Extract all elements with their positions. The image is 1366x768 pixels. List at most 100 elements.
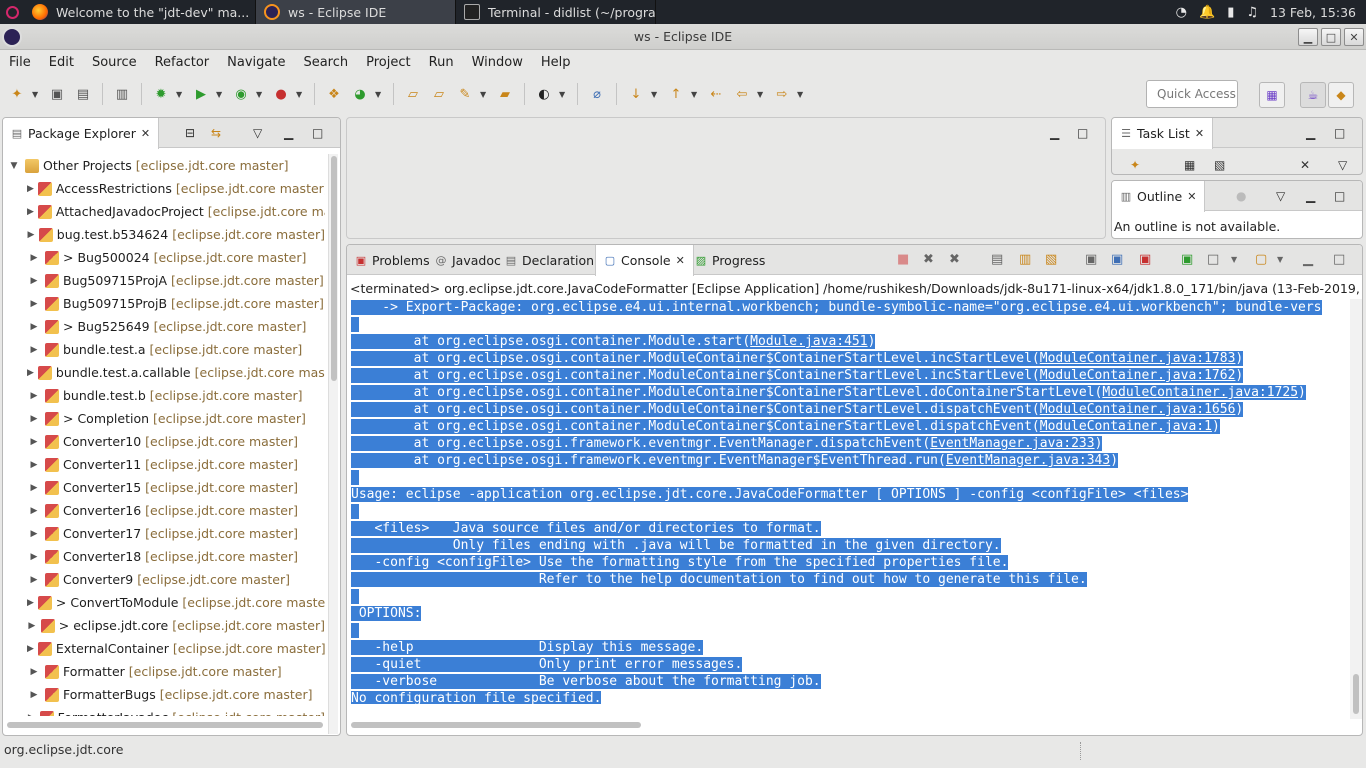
stacktrace-link[interactable]: ModuleContainer.java:1725 <box>1102 385 1298 400</box>
categorized-icon[interactable]: ▦ <box>1184 158 1195 172</box>
tree-item-project[interactable]: ▶ AccessRestrictions [eclipse.jdt.core mas… <box>3 177 325 200</box>
taskbar-firefox[interactable]: Welcome to the "jdt-dev" ma... <box>24 0 256 24</box>
mylyn-icon[interactable]: ◐ <box>533 83 555 105</box>
debug-icon[interactable]: ✹ <box>150 83 172 105</box>
collapsed-chevron-icon[interactable]: ▶ <box>27 667 41 677</box>
collapsed-chevron-icon[interactable]: ▶ <box>27 621 37 631</box>
tree-item-project[interactable]: ▶ Converter9 [eclipse.jdt.core master] <box>3 568 325 591</box>
tree-item-project[interactable]: ▶ Converter15 [eclipse.jdt.core master] <box>3 476 325 499</box>
chevron-down-icon[interactable]: ▼ <box>797 90 807 99</box>
chevron-down-icon[interactable]: ▼ <box>651 90 661 99</box>
chevron-down-icon[interactable]: ▼ <box>1231 255 1237 264</box>
collapsed-chevron-icon[interactable]: ▶ <box>27 460 41 470</box>
tree-item-project[interactable]: ▶ Converter18 [eclipse.jdt.core master] <box>3 545 325 568</box>
battery-icon[interactable]: ▮ <box>1227 5 1234 20</box>
tree-item-project[interactable]: ▶ Bug509715ProjA [eclipse.jdt.core master] <box>3 269 325 292</box>
close-icon[interactable]: ✕ <box>1195 127 1204 140</box>
chevron-down-icon[interactable]: ▼ <box>559 90 569 99</box>
forward-icon[interactable]: ⇨ <box>771 83 793 105</box>
collapsed-chevron-icon[interactable]: ▶ <box>27 345 41 355</box>
chevron-down-icon[interactable]: ▼ <box>216 90 226 99</box>
close-icon[interactable]: ✕ <box>1187 190 1196 203</box>
chevron-down-icon[interactable]: ▼ <box>176 90 186 99</box>
chevron-down-icon[interactable]: ▼ <box>757 90 767 99</box>
close-icon[interactable]: ✕ <box>141 127 150 140</box>
new-java-package-icon[interactable]: ❖ <box>323 83 345 105</box>
tree-item-project[interactable]: ▶ > ConvertToModule [eclipse.jdt.core mast… <box>3 591 325 614</box>
collapsed-chevron-icon[interactable]: ▶ <box>27 414 41 424</box>
remove-all-terminated-icon[interactable]: ✖ <box>949 252 960 267</box>
tab-declaration[interactable]: ▤ Declaration <box>497 245 602 275</box>
collapsed-chevron-icon[interactable]: ▶ <box>27 506 41 516</box>
tree-item-project[interactable]: ▶ Bug509715ProjB [eclipse.jdt.core master] <box>3 292 325 315</box>
collapsed-chevron-icon[interactable]: ▶ <box>27 529 41 539</box>
collapsed-chevron-icon[interactable]: ▶ <box>27 483 41 493</box>
stacktrace-link[interactable]: ModuleContainer.java:1656 <box>1040 402 1236 417</box>
menu-refactor[interactable]: Refactor <box>146 55 219 70</box>
chevron-down-icon[interactable]: ▼ <box>480 90 490 99</box>
collapsed-chevron-icon[interactable]: ▶ <box>27 299 41 309</box>
notification-bell-icon[interactable]: 🔔 <box>1199 5 1215 20</box>
word-wrap-icon[interactable]: ▧ <box>1045 252 1057 267</box>
next-annotation-icon[interactable]: ↓ <box>625 83 647 105</box>
menu-file[interactable]: File <box>0 55 40 70</box>
maximize-view-icon[interactable]: □ <box>1334 189 1345 203</box>
tab-problems[interactable]: ▣ Problems <box>347 245 438 275</box>
external-tools-icon[interactable]: ● <box>270 83 292 105</box>
tree-item-project[interactable]: ▶ bundle.test.a [eclipse.jdt.core master] <box>3 338 325 361</box>
close-icon[interactable]: ✕ <box>676 254 685 267</box>
scheduled-icon[interactable]: ▧ <box>1214 158 1225 172</box>
chevron-down-icon[interactable]: ▼ <box>691 90 701 99</box>
menu-run[interactable]: Run <box>420 55 463 70</box>
collapsed-chevron-icon[interactable]: ▶ <box>27 598 34 608</box>
open-type-icon[interactable]: ▱ <box>402 83 424 105</box>
menu-search[interactable]: Search <box>294 55 357 70</box>
collapsed-chevron-icon[interactable]: ▶ <box>27 368 34 378</box>
stacktrace-link[interactable]: ModuleContainer.java:1783 <box>1040 351 1236 366</box>
new-java-class-icon[interactable]: ◕ <box>349 83 371 105</box>
vertical-scrollbar[interactable] <box>328 154 338 734</box>
view-menu-icon[interactable]: ▽ <box>1276 189 1285 203</box>
vertical-scrollbar[interactable] <box>1350 299 1362 719</box>
open-project-icon[interactable]: ▰ <box>494 83 516 105</box>
display-selected-console-icon[interactable]: ▣ <box>1181 252 1193 267</box>
menu-edit[interactable]: Edit <box>40 55 83 70</box>
save-icon[interactable]: ▣ <box>46 83 68 105</box>
tree-item-project[interactable]: ▶ Converter16 [eclipse.jdt.core master] <box>3 499 325 522</box>
quick-access-input[interactable]: Quick Access <box>1146 80 1238 108</box>
previous-annotation-icon[interactable]: ↑ <box>665 83 687 105</box>
back-icon[interactable]: ⇦ <box>731 83 753 105</box>
chevron-down-icon[interactable]: ▼ <box>256 90 266 99</box>
menu-navigate[interactable]: Navigate <box>218 55 294 70</box>
stacktrace-link[interactable]: Module.java:451 <box>750 334 867 349</box>
chevron-down-icon[interactable]: ▼ <box>1277 255 1283 264</box>
tree-item-project[interactable]: ▶ FormatterBugs [eclipse.jdt.core master] <box>3 683 325 706</box>
tree-item-project[interactable]: ▶ > Bug525649 [eclipse.jdt.core master] <box>3 315 325 338</box>
open-console-icon[interactable]: □ <box>1207 252 1219 267</box>
git-perspective-icon[interactable]: ◆ <box>1328 82 1354 108</box>
view-menu-icon[interactable]: ▽ <box>1338 158 1347 172</box>
coverage-icon[interactable]: ◉ <box>230 83 252 105</box>
maximize-view-icon[interactable]: □ <box>1333 252 1345 267</box>
terminate-icon[interactable]: ■ <box>897 252 909 267</box>
maximize-button[interactable]: □ <box>1321 28 1341 46</box>
show-on-stderr-icon[interactable]: ▣ <box>1111 252 1123 267</box>
save-all-icon[interactable]: ▤ <box>72 83 94 105</box>
menu-window[interactable]: Window <box>463 55 532 70</box>
minimize-button[interactable]: ▁ <box>1298 28 1318 46</box>
tab-task-list[interactable]: ☰ Task List ✕ <box>1112 118 1214 149</box>
tree-item-project[interactable]: ▶ bug.test.b534624 [eclipse.jdt.core maste… <box>3 223 325 246</box>
collapse-all-icon[interactable]: ⊟ <box>185 126 195 140</box>
chevron-down-icon[interactable]: ▼ <box>296 90 306 99</box>
maximize-view-icon[interactable]: □ <box>1334 126 1345 140</box>
taskbar-eclipse[interactable]: ws - Eclipse IDE <box>256 0 456 24</box>
remove-launch-icon[interactable]: ✖ <box>923 252 934 267</box>
link-with-editor-icon[interactable]: ⇆ <box>211 126 221 140</box>
minimize-view-icon[interactable]: ▁ <box>1050 126 1059 140</box>
horizontal-scrollbar[interactable] <box>7 718 323 732</box>
collapsed-chevron-icon[interactable]: ▶ <box>27 184 34 194</box>
stacktrace-link[interactable]: ModuleContainer.java:1 <box>1040 419 1212 434</box>
new-task-icon[interactable]: ✦ <box>1130 158 1140 172</box>
tree-item-project[interactable]: ▶ > Bug500024 [eclipse.jdt.core master] <box>3 246 325 269</box>
collapsed-chevron-icon[interactable]: ▶ <box>27 391 41 401</box>
